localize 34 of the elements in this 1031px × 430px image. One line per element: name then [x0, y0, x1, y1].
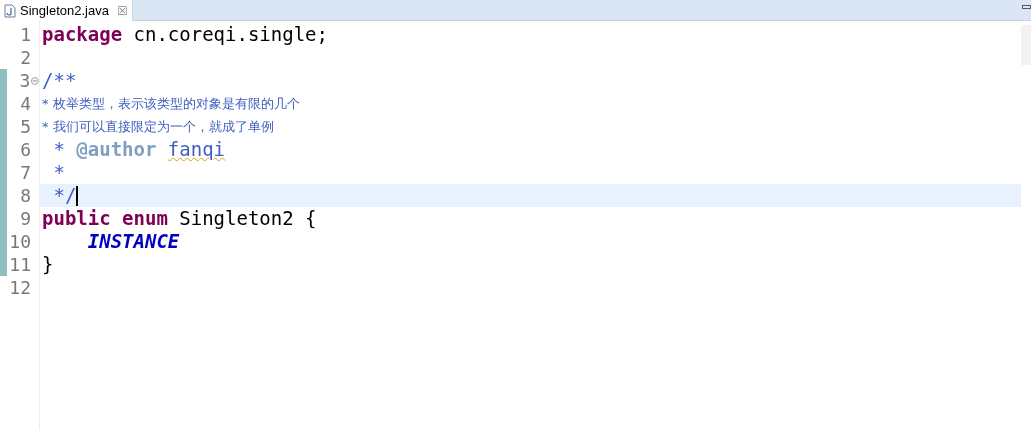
- line-number: 2: [19, 46, 31, 69]
- code-token: @author: [76, 138, 158, 161]
- code-token: public: [42, 207, 112, 230]
- code-token: * 我们可以直接限定为一个，就成了单例: [42, 118, 274, 136]
- code-token: *: [52, 138, 66, 161]
- fold-icon[interactable]: [31, 76, 39, 85]
- code-token: /**: [42, 69, 77, 92]
- line-number: 8: [19, 184, 31, 207]
- line-number: 6: [19, 138, 31, 161]
- close-icon[interactable]: ☒: [116, 1, 128, 20]
- java-file-icon: [4, 3, 16, 18]
- code-token: Singleton2 {: [179, 207, 317, 230]
- misspelled-word: fanqi: [167, 138, 226, 161]
- code-token: * 枚举类型，表示该类型的对象是有限的几个: [42, 95, 300, 113]
- code-token: }: [42, 253, 54, 276]
- editor-tab[interactable]: Singleton2.java ☒: [0, 0, 133, 21]
- line-number: 11: [8, 253, 31, 276]
- tab-title: Singleton2.java: [20, 1, 109, 20]
- line-number: 5: [19, 115, 31, 138]
- text-cursor: [76, 185, 79, 206]
- code-token: *: [52, 161, 65, 184]
- line-number: 1: [19, 23, 31, 46]
- code-token: package: [42, 23, 124, 46]
- line-number: 10: [8, 230, 31, 253]
- code-token: enum: [122, 207, 169, 230]
- line-number: 7: [19, 161, 31, 184]
- line-number: 12: [8, 276, 31, 299]
- code-token: */: [52, 184, 77, 207]
- line-number: 4: [19, 92, 31, 115]
- line-number: 3: [18, 69, 31, 92]
- minimize-icon[interactable]: [1022, 5, 1031, 9]
- code-token: INSTANCE: [86, 230, 180, 253]
- line-number: 9: [19, 207, 31, 230]
- code-token: cn.coreqi.single;: [133, 23, 328, 46]
